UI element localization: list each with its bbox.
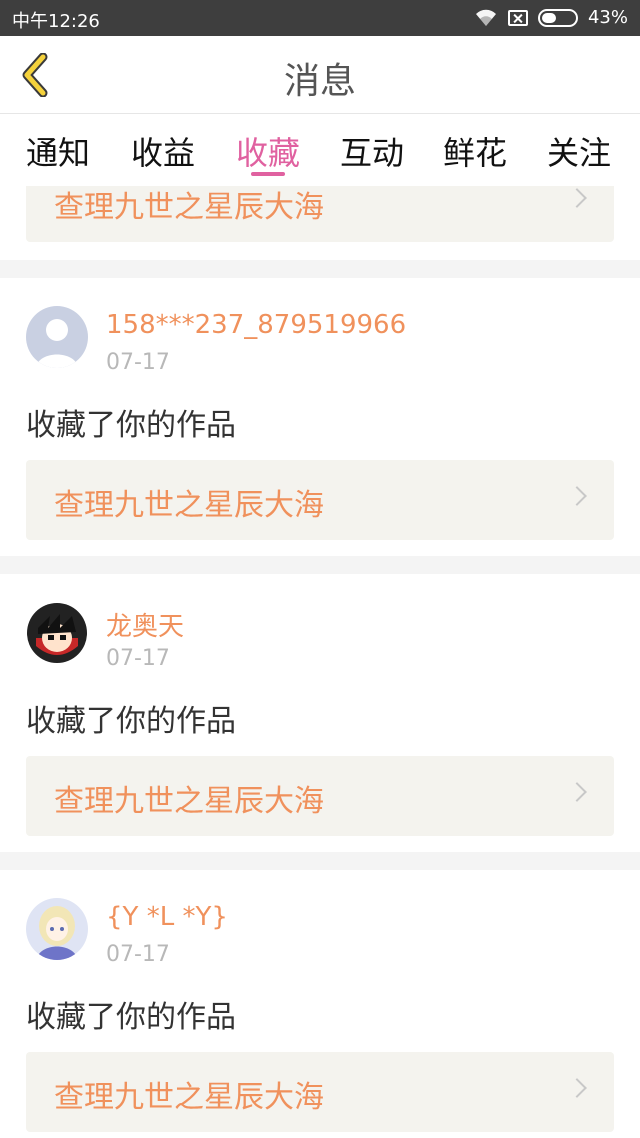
tab-earnings[interactable]: 收益 — [131, 128, 195, 174]
action-text: 收藏了你的作品 — [26, 704, 236, 739]
action-text: 收藏了你的作品 — [26, 408, 236, 443]
avatar[interactable] — [26, 602, 88, 664]
list-item: 龙奥天 07-17 收藏了你的作品 查理九世之星辰大海 — [0, 574, 640, 852]
status-time: 中午12:26 — [12, 11, 100, 32]
battery-percent: 43% — [587, 7, 628, 28]
username[interactable]: 龙奥天 — [106, 606, 184, 643]
tab-flowers[interactable]: 鲜花 — [443, 128, 507, 174]
default-avatar-icon — [26, 306, 88, 368]
chevron-right-icon — [567, 486, 587, 506]
date: 07-17 — [106, 350, 170, 375]
message-feed[interactable]: 查理九世之星辰大海 158***237_879519966 07-17 收藏了你… — [0, 186, 640, 1138]
avatar[interactable] — [26, 898, 88, 960]
list-item: 158***237_879519966 07-17 收藏了你的作品 查理九世之星… — [0, 278, 640, 556]
list-item: {Y *L *Y} 07-17 收藏了你的作品 查理九世之星辰大海 — [0, 870, 640, 1138]
divider — [0, 556, 640, 574]
work-link[interactable]: 查理九世之星辰大海 — [26, 186, 614, 242]
chevron-right-icon — [567, 782, 587, 802]
work-link[interactable]: 查理九世之星辰大海 — [26, 756, 614, 836]
divider — [0, 260, 640, 278]
tab-interactions[interactable]: 互动 — [340, 128, 404, 174]
divider — [0, 852, 640, 870]
avatar[interactable] — [26, 306, 88, 368]
work-link[interactable]: 查理九世之星辰大海 — [26, 1052, 614, 1132]
work-title: 查理九世之星辰大海 — [54, 488, 324, 523]
tab-notifications[interactable]: 通知 — [26, 128, 90, 174]
work-title: 查理九世之星辰大海 — [54, 190, 324, 225]
cartoon-boy-avatar-icon — [26, 602, 88, 664]
date: 07-17 — [106, 942, 170, 967]
tab-favorites[interactable]: 收藏 — [236, 128, 300, 174]
no-sim-icon — [507, 9, 528, 26]
header: 消息 — [0, 36, 640, 114]
tab-bar: 通知 收益 收藏 互动 鲜花 关注 — [0, 114, 640, 186]
battery-icon — [537, 8, 578, 27]
tab-following[interactable]: 关注 — [547, 128, 611, 174]
action-text: 收藏了你的作品 — [26, 1000, 236, 1035]
status-bar: 中午12:26 43% — [0, 0, 640, 36]
tab-active-indicator — [251, 172, 285, 176]
username[interactable]: 158***237_879519966 — [106, 310, 406, 340]
chevron-right-icon — [567, 188, 587, 208]
work-title: 查理九世之星辰大海 — [54, 1080, 324, 1115]
date: 07-17 — [106, 646, 170, 671]
username[interactable]: {Y *L *Y} — [106, 902, 228, 932]
wifi-icon — [475, 9, 496, 26]
chevron-right-icon — [567, 1078, 587, 1098]
page-title: 消息 — [283, 61, 356, 102]
status-icons: 43% — [474, 7, 628, 28]
work-link[interactable]: 查理九世之星辰大海 — [26, 460, 614, 540]
anime-girl-avatar-icon — [26, 898, 88, 960]
work-title: 查理九世之星辰大海 — [54, 784, 324, 819]
